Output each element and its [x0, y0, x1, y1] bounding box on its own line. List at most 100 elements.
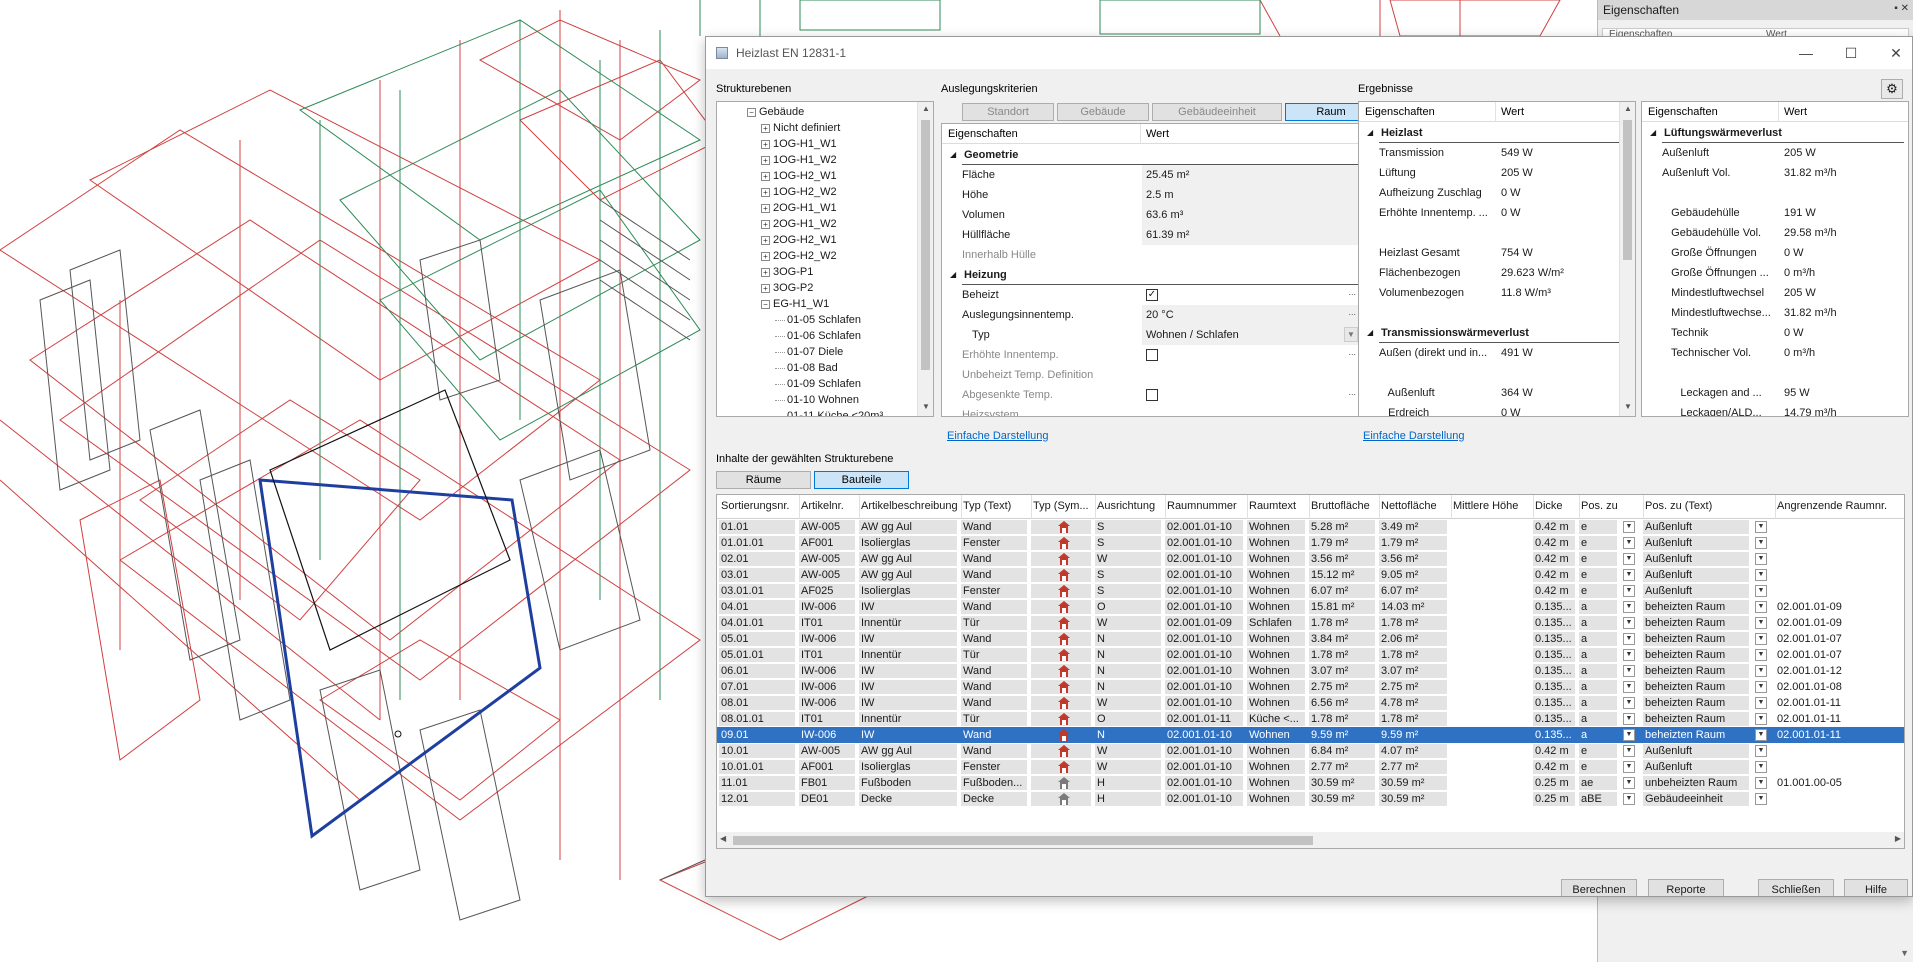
chevron-down-icon[interactable]: ▼ — [1623, 617, 1635, 629]
column-header[interactable]: Sortierungsnr. — [721, 500, 797, 512]
ellipsis-button[interactable]: ... — [1348, 387, 1356, 397]
criteria-property-grid[interactable]: Eigenschaften Wert ◢ Geometrie Fläche 25.45… — [941, 123, 1379, 417]
results-grid-right[interactable]: Eigenschaften Wert ◢ Lüftungswärmeverlust… — [1641, 101, 1909, 417]
tree-item[interactable]: +1OG-H2_W1 — [761, 168, 837, 184]
table-row[interactable]: 09.01 IW-006 IW Wand N 02.001.01-10 Wohnen 9.59… — [717, 727, 1904, 743]
scroll-up-icon[interactable]: ▲ — [1620, 102, 1635, 116]
checkbox[interactable] — [1146, 349, 1158, 361]
table-row[interactable]: 06.01 IW-006 IW Wand N 02.001.01-10 Wohnen 3.07… — [717, 663, 1904, 679]
column-header[interactable]: Typ (Sym... — [1033, 500, 1093, 512]
property-row[interactable]: Fläche 25.45 m² — [942, 165, 1362, 185]
expand-icon[interactable]: + — [761, 203, 770, 213]
checkbox[interactable]: ✓ — [1146, 289, 1158, 301]
table-row[interactable]: 11.01 FB01 Fußboden Fußboden... H 02.001.01-1… — [717, 775, 1904, 791]
expand-icon[interactable]: + — [761, 171, 770, 181]
chevron-down-icon[interactable]: ▼ — [1623, 633, 1635, 645]
maximize-button[interactable]: ☐ — [1836, 43, 1866, 63]
tree-item[interactable]: 01-11 Küche <20m³ — [775, 408, 883, 416]
chevron-down-icon[interactable]: ▼ — [1755, 793, 1767, 805]
chevron-down-icon[interactable]: ▼ — [1623, 745, 1635, 757]
expand-icon[interactable]: + — [761, 283, 770, 293]
results-simple-view-link[interactable]: Einfache Darstellung — [1363, 430, 1465, 442]
tree-item[interactable]: 01-08 Bad — [775, 360, 838, 376]
expand-icon[interactable]: + — [761, 187, 770, 197]
column-header[interactable]: Dicke — [1535, 500, 1577, 512]
tab-raeume[interactable]: Räume — [716, 471, 811, 489]
table-horizontal-scrollbar[interactable]: ◀ ▶ — [717, 832, 1904, 848]
components-table[interactable]: Sortierungsnr. Artikelnr. Artikelbeschreib… — [716, 494, 1905, 849]
tree-item[interactable]: − Gebäude — [747, 104, 804, 120]
column-header[interactable]: Artikelnr. — [801, 500, 857, 512]
table-row[interactable]: 08.01.01 IT01 Innentür Tür O 02.001.01-11 Küch… — [717, 711, 1904, 727]
tree-item[interactable]: 01-06 Schlafen — [775, 328, 861, 344]
chevron-down-icon[interactable]: ▼ — [1623, 793, 1635, 805]
chevron-down-icon[interactable]: ▼ — [1755, 569, 1767, 581]
tree-item[interactable]: 01-10 Wohnen — [775, 392, 859, 408]
tab-gebaeude[interactable]: Gebäude — [1057, 103, 1149, 121]
tab-gebaeudeeinheit[interactable]: Gebäudeeinheit — [1152, 103, 1282, 121]
column-header[interactable]: Nettofläche — [1381, 500, 1449, 512]
chevron-down-icon[interactable]: ▼ — [1623, 585, 1635, 597]
tree-item[interactable]: +1OG-H2_W2 — [761, 184, 837, 200]
tree-item[interactable]: 01-09 Schlafen — [775, 376, 861, 392]
property-row[interactable]: Erhöhte Innentemp.... — [942, 345, 1362, 365]
tab-standort[interactable]: Standort — [962, 103, 1054, 121]
tree-item[interactable]: +2OG-H2_W2 — [761, 248, 837, 264]
chevron-down-icon[interactable]: ▼ — [1755, 633, 1767, 645]
results-left-scrollbar[interactable]: ▲ ▼ — [1619, 102, 1635, 416]
collapse-triangle-icon[interactable]: ◢ — [1650, 128, 1656, 137]
chevron-down-icon[interactable]: ▼ — [1623, 713, 1635, 725]
chevron-down-icon[interactable]: ▼ — [1755, 761, 1767, 773]
expand-icon[interactable]: + — [761, 139, 770, 149]
expand-icon[interactable]: + — [761, 251, 770, 261]
scroll-up-icon[interactable]: ▲ — [918, 102, 933, 116]
scroll-down-icon[interactable]: ▼ — [918, 400, 933, 414]
expand-icon[interactable]: + — [761, 219, 770, 229]
criteria-simple-view-link[interactable]: Einfache Darstellung — [947, 430, 1049, 442]
column-header[interactable]: Mittlere Höhe — [1453, 500, 1531, 512]
table-row[interactable]: 05.01.01 IT01 Innentür Tür N 02.001.01-10 Wohn… — [717, 647, 1904, 663]
chevron-down-icon[interactable]: ▼ — [1623, 553, 1635, 565]
tree-item[interactable]: +2OG-H2_W1 — [761, 232, 837, 248]
column-header[interactable]: Raumtext — [1249, 500, 1307, 512]
collapse-icon[interactable]: − — [761, 299, 770, 309]
table-row[interactable]: 03.01 AW-005 AW gg Aul Wand S 02.001.01-10 Woh… — [717, 567, 1904, 583]
close-button[interactable]: ✕ — [1881, 43, 1911, 63]
tree-item[interactable]: +2OG-H1_W2 — [761, 216, 837, 232]
column-header[interactable]: Artikelbeschreibung — [861, 500, 959, 512]
results-grid-left[interactable]: Eigenschaften Wert ◢ Heizlast Transmission… — [1358, 101, 1636, 417]
side-panel-scroll-down-icon[interactable]: ▼ — [1900, 948, 1909, 958]
expand-icon[interactable]: + — [761, 235, 770, 245]
chevron-down-icon[interactable]: ▼ — [1623, 761, 1635, 773]
chevron-down-icon[interactable]: ▼ — [1623, 601, 1635, 613]
column-header[interactable]: Pos. zu (Text) — [1645, 500, 1773, 512]
chevron-down-icon[interactable]: ▼ — [1755, 617, 1767, 629]
table-row[interactable]: 01.01 AW-005 AW gg Aul Wand S 02.001.01-10 Woh… — [717, 519, 1904, 535]
tree-scrollbar[interactable]: ▲ ▼ — [917, 102, 933, 416]
property-row[interactable]: Höhe 2.5 m — [942, 185, 1362, 205]
ellipsis-button[interactable]: ... — [1348, 347, 1356, 357]
tree-item[interactable]: +2OG-H1_W1 — [761, 200, 837, 216]
checkbox[interactable] — [1146, 389, 1158, 401]
column-header[interactable]: Angrenzende Raumnr. — [1777, 500, 1902, 512]
column-header[interactable]: Ausrichtung — [1097, 500, 1163, 512]
chevron-down-icon[interactable]: ▼ — [1623, 521, 1635, 533]
table-row[interactable]: 07.01 IW-006 IW Wand N 02.001.01-10 Wohnen 2.75… — [717, 679, 1904, 695]
table-row[interactable]: 10.01.01 AF001 Isolierglas Fenster W 02.001.0… — [717, 759, 1904, 775]
chevron-down-icon[interactable]: ▼ — [1623, 649, 1635, 661]
scroll-down-icon[interactable]: ▼ — [1620, 400, 1635, 414]
expand-icon[interactable]: + — [761, 155, 770, 165]
property-row[interactable]: Hüllfläche 61.39 m² — [942, 225, 1362, 245]
column-header[interactable]: Typ (Text) — [963, 500, 1029, 512]
property-value[interactable]: Wohnen / Schlafen — [1146, 329, 1239, 341]
scroll-right-icon[interactable]: ▶ — [1895, 834, 1901, 843]
table-row[interactable]: 03.01.01 AF025 Isolierglas Fenster S 02.001.0… — [717, 583, 1904, 599]
chevron-down-icon[interactable]: ▼ — [1755, 553, 1767, 565]
table-row[interactable]: 08.01 IW-006 IW Wand W 02.001.01-10 Wohnen 6.56… — [717, 695, 1904, 711]
table-row[interactable]: 02.01 AW-005 AW gg Aul Wand W 02.001.01-10 Woh… — [717, 551, 1904, 567]
chevron-down-icon[interactable]: ▼ — [1755, 537, 1767, 549]
expand-icon[interactable]: + — [761, 123, 770, 133]
property-row[interactable]: Heizsystem — [942, 405, 1362, 416]
chevron-down-icon[interactable]: ▼ — [1755, 745, 1767, 757]
table-row[interactable]: 05.01 IW-006 IW Wand N 02.001.01-10 Wohnen 3.84… — [717, 631, 1904, 647]
